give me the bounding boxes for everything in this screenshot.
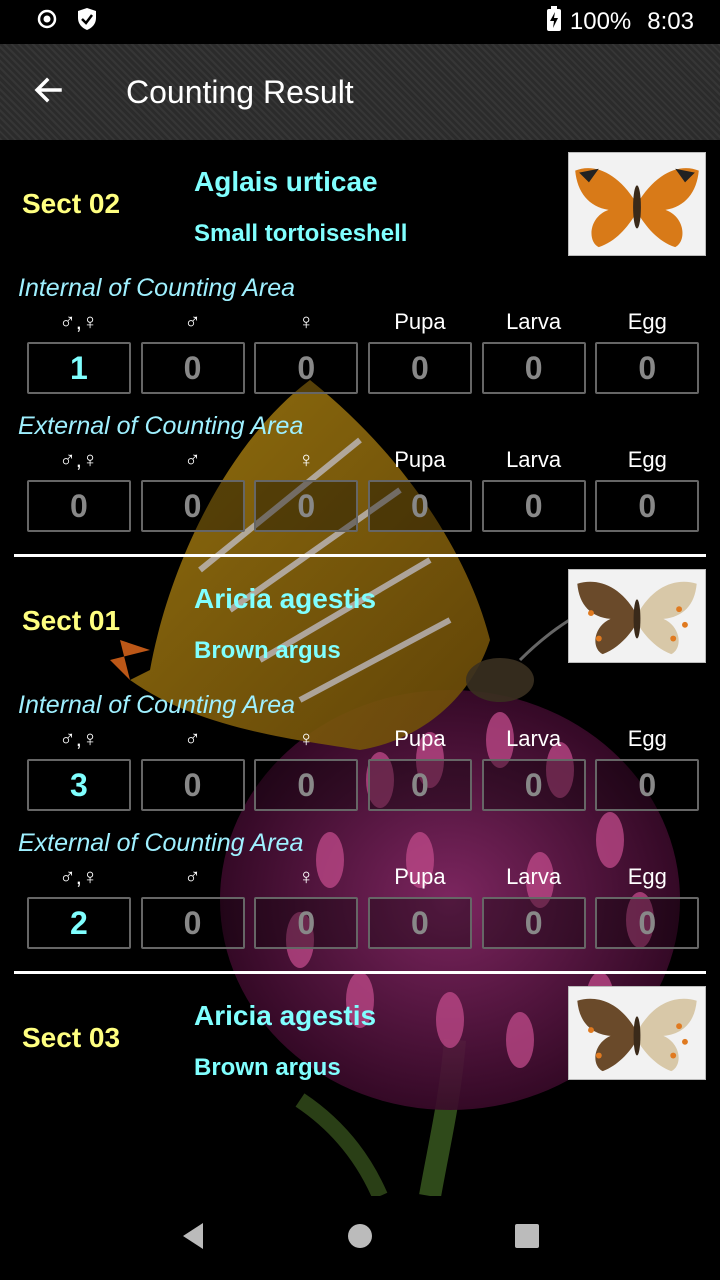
col-larva: Larva [506, 726, 562, 751]
col-larva: Larva [506, 864, 562, 889]
section-card: Sect 01 Aricia agestis Brown argus Inter… [0, 557, 720, 974]
common-name: Small tortoiseshell [194, 220, 408, 247]
col-female: ♀ [297, 726, 315, 751]
common-name: Brown argus [194, 1054, 341, 1081]
col-male: ♂ [184, 309, 201, 334]
count-female: 0 [254, 342, 359, 394]
external-area-label: External of Counting Area [18, 412, 304, 440]
count-larva: 0 [481, 480, 586, 532]
section-header: Sect 01 Aricia agestis Brown argus [0, 557, 720, 687]
col-male: ♂ [184, 864, 201, 889]
count-pupa: 0 [367, 759, 472, 811]
section-number: Sect 01 [22, 605, 121, 636]
result-list[interactable]: Sect 02 Aglais urticae Small tortoiseshe… [0, 140, 720, 1196]
col-male-female: ♂,♀ [59, 447, 99, 472]
species-photo [568, 986, 706, 1080]
back-button[interactable] [0, 44, 96, 140]
count-male-female: 3 [26, 759, 131, 811]
count-male: 0 [140, 480, 245, 532]
col-pupa: Pupa [394, 447, 446, 472]
col-female: ♀ [297, 309, 315, 334]
col-pupa: Pupa [394, 726, 446, 751]
col-egg: Egg [627, 309, 667, 334]
count-female: 0 [254, 759, 359, 811]
internal-count-row: ♂,♀ 1 ♂ 0 ♀ 0 Pupa 0 Larva 0 Egg 0 [0, 306, 720, 394]
triangle-back-icon [179, 1221, 207, 1256]
section-number: Sect 02 [22, 188, 121, 219]
count-egg: 0 [595, 342, 700, 394]
count-larva: 0 [481, 759, 586, 811]
col-female: ♀ [297, 864, 315, 889]
col-egg: Egg [627, 726, 667, 751]
scientific-name: Aricia agestis [194, 1000, 377, 1031]
internal-area-label: Internal of Counting Area [18, 691, 296, 719]
square-recents-icon [513, 1222, 541, 1255]
internal-area-label: Internal of Counting Area [18, 274, 296, 302]
count-pupa: 0 [367, 480, 472, 532]
system-nav-bar [0, 1196, 720, 1280]
count-egg: 0 [595, 759, 700, 811]
scientific-name: Aglais urticae [194, 166, 378, 197]
app-bar: Counting Result [0, 44, 720, 140]
nav-home-button[interactable] [330, 1208, 390, 1268]
col-egg: Egg [627, 864, 667, 889]
record-icon [36, 8, 58, 37]
count-male-female: 1 [26, 342, 131, 394]
col-male-female: ♂,♀ [59, 726, 99, 751]
col-male: ♂ [184, 447, 201, 472]
count-egg: 0 [595, 480, 700, 532]
battery-charging-icon [546, 5, 562, 39]
status-bar: 100% 8:03 [0, 0, 720, 44]
common-name: Brown argus [194, 637, 341, 664]
col-larva: Larva [506, 309, 562, 334]
count-larva: 0 [481, 342, 586, 394]
count-male: 0 [140, 759, 245, 811]
clock: 8:03 [647, 8, 694, 35]
species-photo [568, 152, 706, 256]
section-number: Sect 03 [22, 1022, 121, 1053]
battery-percent: 100% [569, 8, 632, 35]
count-male-female: 0 [26, 480, 131, 532]
count-egg: 0 [595, 897, 700, 949]
count-female: 0 [254, 897, 359, 949]
external-count-row: ♂,♀ 0 ♂ 0 ♀ 0 Pupa 0 Larva 0 Egg 0 [0, 444, 720, 532]
col-female: ♀ [297, 447, 315, 472]
species-photo [568, 569, 706, 663]
arrow-back-icon [32, 74, 64, 111]
shield-icon [76, 7, 98, 38]
col-egg: Egg [627, 447, 667, 472]
scientific-name: Aricia agestis [194, 583, 377, 614]
col-pupa: Pupa [394, 309, 446, 334]
count-pupa: 0 [367, 897, 472, 949]
page-title: Counting Result [126, 73, 354, 110]
count-male: 0 [140, 342, 245, 394]
circle-home-icon [346, 1222, 374, 1255]
section-card: Sect 02 Aglais urticae Small tortoiseshe… [0, 140, 720, 557]
col-larva: Larva [506, 447, 562, 472]
external-area-label: External of Counting Area [18, 829, 304, 857]
section-card: Sect 03 Aricia agestis Brown argus [0, 974, 720, 1104]
external-count-row: ♂,♀ 2 ♂ 0 ♀ 0 Pupa 0 Larva 0 Egg 0 [0, 861, 720, 949]
col-pupa: Pupa [394, 864, 446, 889]
count-pupa: 0 [367, 342, 472, 394]
count-female: 0 [254, 480, 359, 532]
count-male: 0 [140, 897, 245, 949]
col-male-female: ♂,♀ [59, 864, 99, 889]
section-header: Sect 02 Aglais urticae Small tortoiseshe… [0, 140, 720, 270]
col-male: ♂ [184, 726, 201, 751]
count-male-female: 2 [26, 897, 131, 949]
col-male-female: ♂,♀ [59, 309, 99, 334]
nav-recents-button[interactable] [497, 1208, 557, 1268]
section-header: Sect 03 Aricia agestis Brown argus [0, 974, 720, 1104]
internal-count-row: ♂,♀ 3 ♂ 0 ♀ 0 Pupa 0 Larva 0 Egg 0 [0, 723, 720, 811]
nav-back-button[interactable] [163, 1208, 223, 1268]
count-larva: 0 [481, 897, 586, 949]
